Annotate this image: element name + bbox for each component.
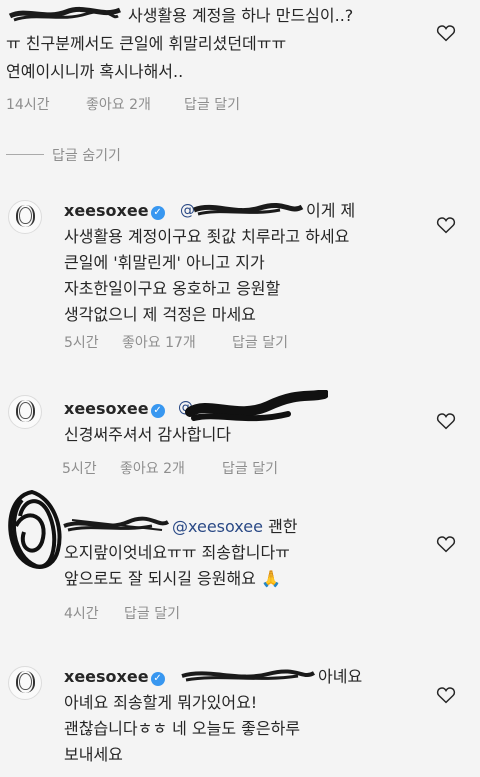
hide-replies-button[interactable]: 답글 숨기기 <box>52 145 121 165</box>
pray-emoji: 🙏 <box>261 569 281 588</box>
comment-first-line: xeesoxee ✓ <box>64 664 165 690</box>
comment-text-line: 앞으로도 잘 되시길 응원해요 🙏 <box>64 569 281 588</box>
username[interactable]: xeesoxee <box>64 399 149 418</box>
redacted-username-1 <box>8 6 121 22</box>
profile-avatar[interactable] <box>8 395 42 429</box>
reply-button[interactable]: 답글 달기 <box>232 332 288 352</box>
comment-text-line: 괜찮습니다ㅎㅎ 네 오늘도 좋은하루 <box>64 719 301 738</box>
comment-text-line: 큰일에 '휘말린게' 아니고 지가 <box>64 253 265 272</box>
profile-avatar[interactable] <box>8 200 42 234</box>
likes-count-link[interactable]: 좋아요 2개 <box>86 94 151 114</box>
heart-outline-icon[interactable] <box>436 412 456 430</box>
comment-text-line: 자초한일이구요 옹호하고 응원할 <box>64 279 281 298</box>
redacted-avatar <box>8 489 62 569</box>
comment-text-line: 연예이시니까 혹시나해서.. <box>6 62 184 81</box>
redacted-mention-1: @ <box>180 201 304 219</box>
reply-button[interactable]: 답글 달기 <box>222 458 278 478</box>
comment-first-line: xeesoxee ✓ <box>64 198 165 224</box>
heart-outline-icon[interactable] <box>436 24 456 42</box>
comment-text-line: 사생활용 계정을 하나 만드심이..? <box>128 6 354 25</box>
comment-text-line: 보내세요 <box>64 745 123 764</box>
profile-avatar[interactable] <box>8 666 42 700</box>
username[interactable]: xeesoxee <box>64 201 149 220</box>
likes-count-link[interactable]: 좋아요 2개 <box>120 458 185 478</box>
username[interactable]: xeesoxee <box>64 667 149 686</box>
comment-time: 5시간 <box>62 461 97 477</box>
verified-badge-icon: ✓ <box>150 404 165 418</box>
comment-text-line: 아녜요 <box>318 667 363 686</box>
comment-time: 4시간 <box>64 606 99 622</box>
comment-text-line: 사생활용 계정이구요 죗값 치루라고 하세요 <box>64 227 350 246</box>
heart-outline-icon[interactable] <box>436 686 456 704</box>
heart-outline-icon[interactable] <box>436 535 456 553</box>
redacted-mention-3 <box>181 669 316 682</box>
comment-text-line: 아녜요 죄송할게 뭐가있어요! <box>64 693 258 712</box>
redacted-username-2 <box>63 516 170 532</box>
comment-text-line: 신경써주셔서 감사합니다 <box>64 425 232 444</box>
comment-text-line: ㅠ 친구분께서도 큰일에 휘말리셨던데ㅠㅠ <box>6 34 287 53</box>
divider-line <box>6 154 44 155</box>
comment-time: 5시간 <box>64 335 99 351</box>
comment-text-line: 오지랖이엇네요ㅠㅠ 죄송합니다ㅠ <box>64 543 290 562</box>
likes-count-link[interactable]: 좋아요 17개 <box>122 332 196 352</box>
mention-link[interactable]: @xeesoxee <box>172 517 263 536</box>
reply-button[interactable]: 답글 달기 <box>184 94 240 114</box>
comment-first-line: xeesoxee ✓ <box>64 396 165 422</box>
comment-time: 14시간 <box>6 97 50 113</box>
heart-outline-icon[interactable] <box>436 216 456 234</box>
verified-badge-icon: ✓ <box>150 206 165 220</box>
comment-text-line: 이게 제 <box>306 201 356 220</box>
comment-text-line: 생각없으니 제 걱정은 마세요 <box>64 305 256 324</box>
hide-replies-row[interactable]: 답글 숨기기 <box>0 144 300 166</box>
reply-button[interactable]: 답글 달기 <box>124 603 180 623</box>
verified-badge-icon: ✓ <box>150 672 165 686</box>
comment-first-line: @xeesoxee 괜한 <box>172 517 298 536</box>
svg-text:@: @ <box>180 201 195 219</box>
